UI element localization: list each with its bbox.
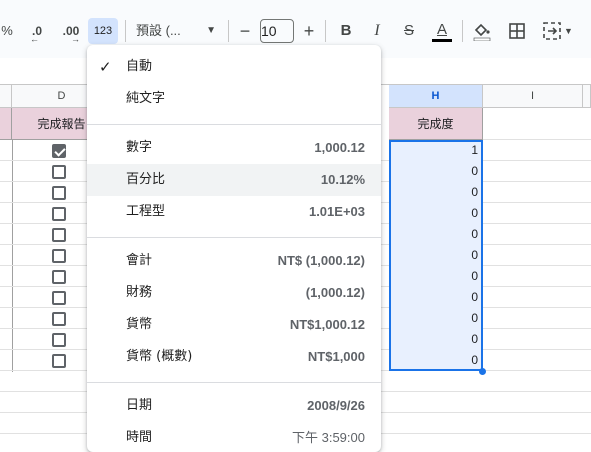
fill-color-button[interactable] (470, 18, 494, 44)
font-size-input[interactable]: 10 (260, 19, 294, 43)
dropdown-arrow-icon: ▼ (564, 26, 573, 36)
completion-cell[interactable]: 0 (389, 224, 483, 245)
menu-item-time[interactable]: 時間 下午 3:59:00 (87, 422, 381, 452)
menu-item-label: 純文字 (126, 91, 166, 106)
completion-cell[interactable]: 0 (389, 329, 483, 350)
menu-item-example: NT$1,000.12 (289, 317, 365, 332)
toolbar-divider (125, 20, 126, 42)
menu-item-currency[interactable]: 貨幣 NT$1,000.12 (87, 309, 381, 341)
toolbar-divider (325, 20, 326, 42)
menu-item-label: 工程型 (126, 204, 166, 219)
font-family-value: 預設 (... (136, 23, 181, 38)
number-format-menu: ✓ 自動 純文字 數字 1,000.12 百分比 10.12% 工程型 1.01… (87, 45, 381, 452)
completion-cell[interactable]: 0 (389, 350, 483, 371)
paint-bucket-icon (473, 23, 491, 41)
menu-item-example: 1.01E+03 (308, 204, 365, 219)
completion-checkbox[interactable] (52, 291, 66, 305)
merge-cells-icon (543, 22, 561, 40)
menu-item-label: 貨幣 (126, 317, 153, 332)
menu-item-example: 2008/9/26 (307, 398, 365, 413)
text-color-label: A (436, 20, 447, 38)
increase-decimal-button[interactable]: .00 → (57, 18, 85, 44)
font-family-select[interactable]: 預設 (... ▼ (136, 18, 220, 44)
strikethrough-button[interactable]: S (398, 18, 420, 44)
header-cell-i[interactable] (483, 108, 591, 140)
menu-item-example: 10.12% (320, 172, 365, 187)
arrow-right-icon: → (71, 34, 80, 44)
menu-item-example: 下午 3:59:00 (292, 430, 365, 445)
bold-button[interactable]: B (336, 18, 356, 44)
menu-item-number[interactable]: 數字 1,000.12 (87, 132, 381, 164)
menu-item-label: 貨幣 (概數) (126, 349, 193, 364)
dropdown-arrow-icon: ▼ (206, 25, 216, 36)
italic-button[interactable]: I (367, 18, 387, 44)
increase-font-size-button[interactable]: + (300, 18, 318, 44)
decrease-decimal-button[interactable]: .0 ← (26, 18, 48, 44)
menu-item-auto[interactable]: ✓ 自動 (87, 51, 381, 83)
completion-checkbox[interactable] (52, 333, 66, 347)
toolbar-divider (462, 20, 463, 42)
menu-divider (87, 237, 381, 238)
merge-cells-button[interactable]: ▼ (538, 18, 578, 44)
toolbar-divider (228, 20, 229, 42)
menu-item-label: 財務 (126, 285, 153, 300)
header-cell-c[interactable] (0, 108, 12, 140)
completion-cell[interactable]: 0 (389, 308, 483, 329)
menu-item-example: 1,000.12 (314, 140, 365, 155)
borders-icon (509, 23, 525, 39)
completion-checkbox[interactable] (52, 228, 66, 242)
borders-button[interactable] (506, 18, 528, 44)
text-color-button[interactable]: A (430, 18, 454, 44)
menu-item-label: 日期 (126, 398, 153, 413)
completion-cell[interactable]: 1 (389, 140, 483, 161)
menu-item-label: 會計 (126, 253, 153, 268)
menu-item-currency-rounded[interactable]: 貨幣 (概數) NT$1,000 (87, 341, 381, 373)
menu-item-label: 數字 (126, 140, 153, 155)
menu-divider (87, 124, 381, 125)
completion-cell[interactable]: 0 (389, 161, 483, 182)
menu-item-financial[interactable]: 財務 (1,000.12) (87, 277, 381, 309)
decrease-font-size-button[interactable]: − (236, 18, 254, 44)
menu-item-example: (1,000.12) (305, 285, 365, 300)
check-icon: ✓ (99, 58, 112, 76)
menu-item-label: 自動 (126, 59, 153, 74)
completion-checkbox[interactable] (52, 207, 66, 221)
completion-checkbox[interactable] (52, 312, 66, 326)
menu-item-accounting[interactable]: 會計 NT$ (1,000.12) (87, 245, 381, 277)
completion-cell[interactable]: 0 (389, 182, 483, 203)
completion-checkbox[interactable] (52, 144, 66, 158)
menu-item-label: 時間 (126, 430, 153, 445)
completion-cell[interactable]: 0 (389, 245, 483, 266)
completion-cell[interactable]: 0 (389, 203, 483, 224)
menu-item-label: 百分比 (126, 172, 166, 187)
arrow-left-icon: ← (30, 34, 39, 44)
menu-item-percent[interactable]: 百分比 10.12% (87, 164, 381, 196)
menu-item-example: NT$ (1,000.12) (277, 253, 365, 268)
completion-checkbox[interactable] (52, 270, 66, 284)
column-header-j[interactable] (583, 85, 591, 108)
completion-checkbox[interactable] (52, 165, 66, 179)
column-header-c[interactable] (0, 85, 12, 108)
menu-item-example: NT$1,000 (307, 349, 365, 364)
more-formats-button[interactable]: 123 (88, 18, 118, 44)
menu-divider (87, 382, 381, 383)
completion-checkbox[interactable] (52, 186, 66, 200)
menu-item-date[interactable]: 日期 2008/9/26 (87, 390, 381, 422)
percent-format-button[interactable]: % (0, 18, 14, 44)
text-color-bar (432, 38, 452, 42)
completion-checkbox[interactable] (52, 249, 66, 263)
completion-cell[interactable]: 0 (389, 287, 483, 308)
header-cell-h[interactable]: 完成度 (389, 108, 483, 140)
completion-cell[interactable]: 0 (389, 266, 483, 287)
column-header-h[interactable]: H (389, 85, 483, 108)
menu-item-scientific[interactable]: 工程型 1.01E+03 (87, 196, 381, 228)
completion-checkbox[interactable] (52, 354, 66, 368)
fill-handle[interactable] (479, 368, 486, 375)
column-header-i[interactable]: I (483, 85, 583, 108)
menu-item-plain-text[interactable]: 純文字 (87, 83, 381, 115)
font-size-field-wrap: 10 (260, 18, 294, 44)
